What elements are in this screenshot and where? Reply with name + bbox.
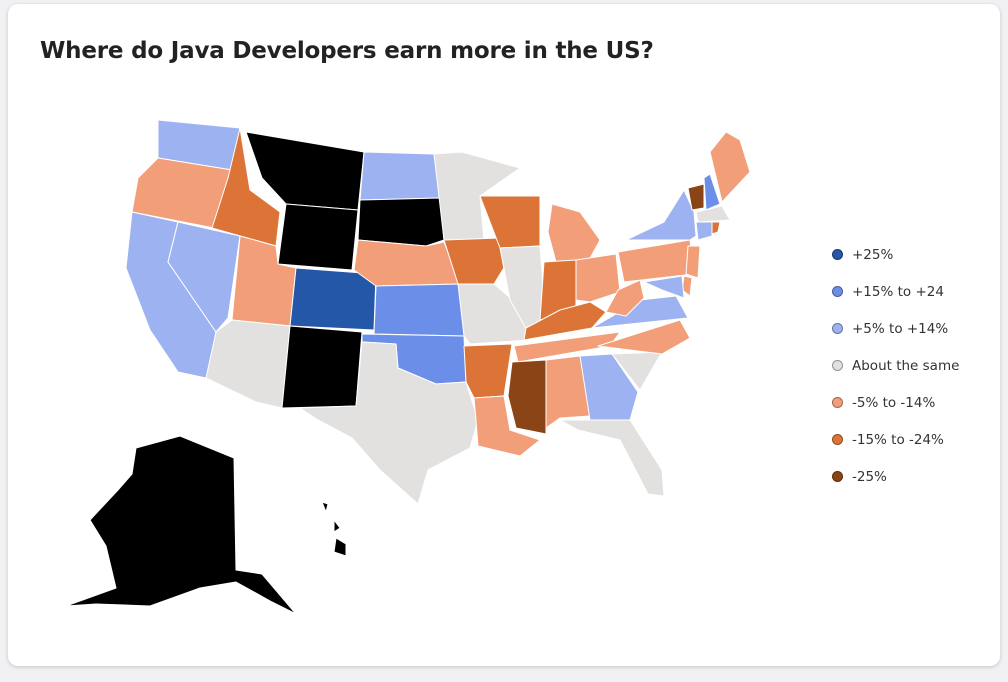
state-michigan[interactable] [547, 203, 601, 263]
state-ohio[interactable] [575, 253, 621, 303]
legend-swatch [832, 286, 843, 297]
state-kansas[interactable] [373, 283, 465, 337]
state-nebraska[interactable] [353, 239, 461, 287]
state-florida[interactable] [559, 419, 665, 497]
state-connecticut[interactable] [695, 221, 713, 241]
state-arkansas[interactable] [463, 343, 513, 399]
state-new-jersey[interactable] [685, 245, 701, 279]
state-new-york[interactable] [625, 189, 697, 241]
state-north-dakota[interactable] [359, 151, 441, 201]
state-rhode-island[interactable] [711, 221, 721, 235]
legend-item-minus-15-to-24[interactable]: -15% to -24% [832, 421, 959, 458]
legend-label: -5% to -14% [852, 394, 936, 411]
legend-item-minus-25[interactable]: -25% [832, 458, 959, 495]
state-wyoming[interactable] [277, 203, 359, 271]
legend-label: -15% to -24% [852, 431, 944, 448]
state-arizona[interactable] [205, 319, 291, 409]
legend-swatch [832, 323, 843, 334]
state-south-dakota[interactable] [357, 197, 445, 247]
legend-label: -25% [852, 468, 887, 485]
legend-swatch [832, 471, 843, 482]
legend: +25% +15% to +24 +5% to +14% About the s… [832, 236, 959, 495]
legend-item-plus-25[interactable]: +25% [832, 236, 959, 273]
legend-label: +15% to +24 [852, 283, 944, 300]
legend-swatch [832, 360, 843, 371]
legend-label: About the same [852, 357, 960, 374]
legend-swatch [832, 434, 843, 445]
state-montana[interactable] [245, 131, 365, 211]
state-colorado[interactable] [289, 267, 377, 331]
legend-label: +25% [852, 246, 894, 263]
legend-item-plus-5-to-14[interactable]: +5% to +14% [832, 310, 959, 347]
state-hawaii[interactable] [321, 501, 347, 557]
legend-swatch [832, 397, 843, 408]
state-new-mexico[interactable] [281, 325, 363, 409]
legend-label: +5% to +14% [852, 320, 949, 337]
state-pennsylvania[interactable] [617, 239, 695, 283]
state-mississippi[interactable] [507, 359, 547, 435]
state-alaska[interactable] [65, 435, 297, 615]
legend-item-plus-15-to-24[interactable]: +15% to +24 [832, 273, 959, 310]
legend-item-about-same[interactable]: About the same [832, 347, 959, 384]
legend-swatch [832, 249, 843, 260]
legend-item-minus-5-to-14[interactable]: -5% to -14% [832, 384, 959, 421]
